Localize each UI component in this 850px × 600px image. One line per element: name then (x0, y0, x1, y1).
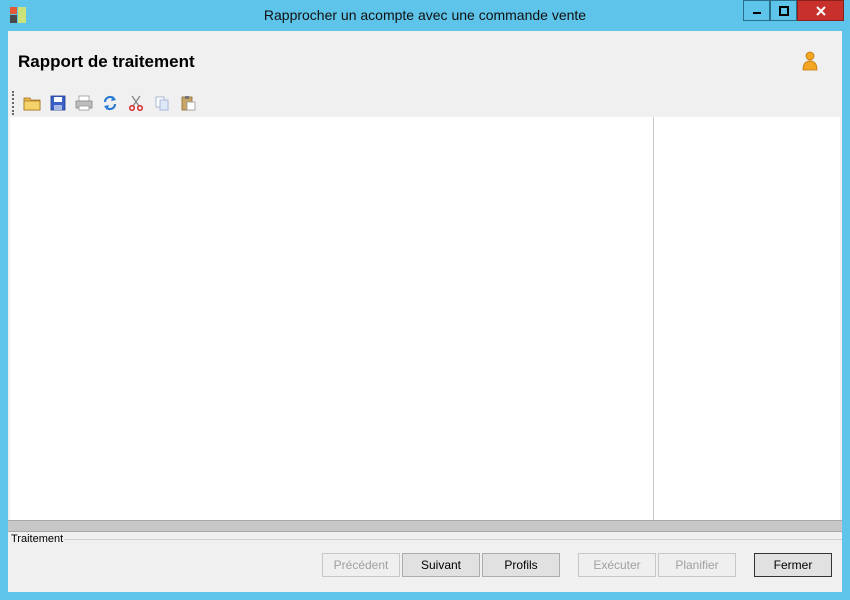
save-button[interactable] (47, 92, 69, 114)
client-area: Rapport de traitement Traitement Précéde… (8, 31, 842, 592)
close-button[interactable] (797, 0, 844, 21)
section-divider (64, 539, 842, 540)
maximize-icon (778, 5, 789, 16)
report-content-pane[interactable] (10, 117, 840, 520)
copy-icon (155, 96, 169, 111)
cut-icon (128, 95, 144, 111)
page-title: Rapport de traitement (18, 52, 195, 71)
vertical-splitter[interactable] (653, 117, 654, 520)
print-icon (75, 95, 93, 111)
toolbar-grip[interactable] (12, 91, 16, 115)
copy-button[interactable] (151, 92, 173, 114)
horizontal-scrollbar[interactable] (8, 520, 842, 532)
paste-icon (181, 96, 196, 111)
window-title: Rapprocher un acompte avec une commande … (263, 7, 587, 23)
refresh-button[interactable] (99, 92, 121, 114)
next-button[interactable]: Suivant (402, 553, 480, 577)
close-icon (815, 5, 826, 16)
minimize-button[interactable] (743, 0, 770, 21)
refresh-icon (103, 95, 117, 111)
print-button[interactable] (73, 92, 95, 114)
open-button[interactable] (21, 92, 43, 114)
save-icon (50, 95, 66, 111)
profiles-button[interactable]: Profils (482, 553, 560, 577)
close-dialog-button[interactable]: Fermer (754, 553, 832, 577)
maximize-button[interactable] (770, 0, 797, 21)
execute-button[interactable]: Exécuter (578, 553, 656, 577)
paste-button[interactable] (177, 92, 199, 114)
previous-button[interactable]: Précédent (322, 553, 400, 577)
cut-button[interactable] (125, 92, 147, 114)
minimize-icon (752, 11, 761, 14)
window: Rapprocher un acompte avec une commande … (0, 0, 850, 600)
schedule-button[interactable]: Planifier (658, 553, 736, 577)
open-folder-icon (23, 97, 41, 111)
toolbar (12, 91, 203, 115)
user-icon[interactable] (801, 51, 819, 71)
section-label: Traitement (11, 533, 64, 545)
title-bar[interactable]: Rapprocher un acompte avec une commande … (0, 0, 850, 30)
